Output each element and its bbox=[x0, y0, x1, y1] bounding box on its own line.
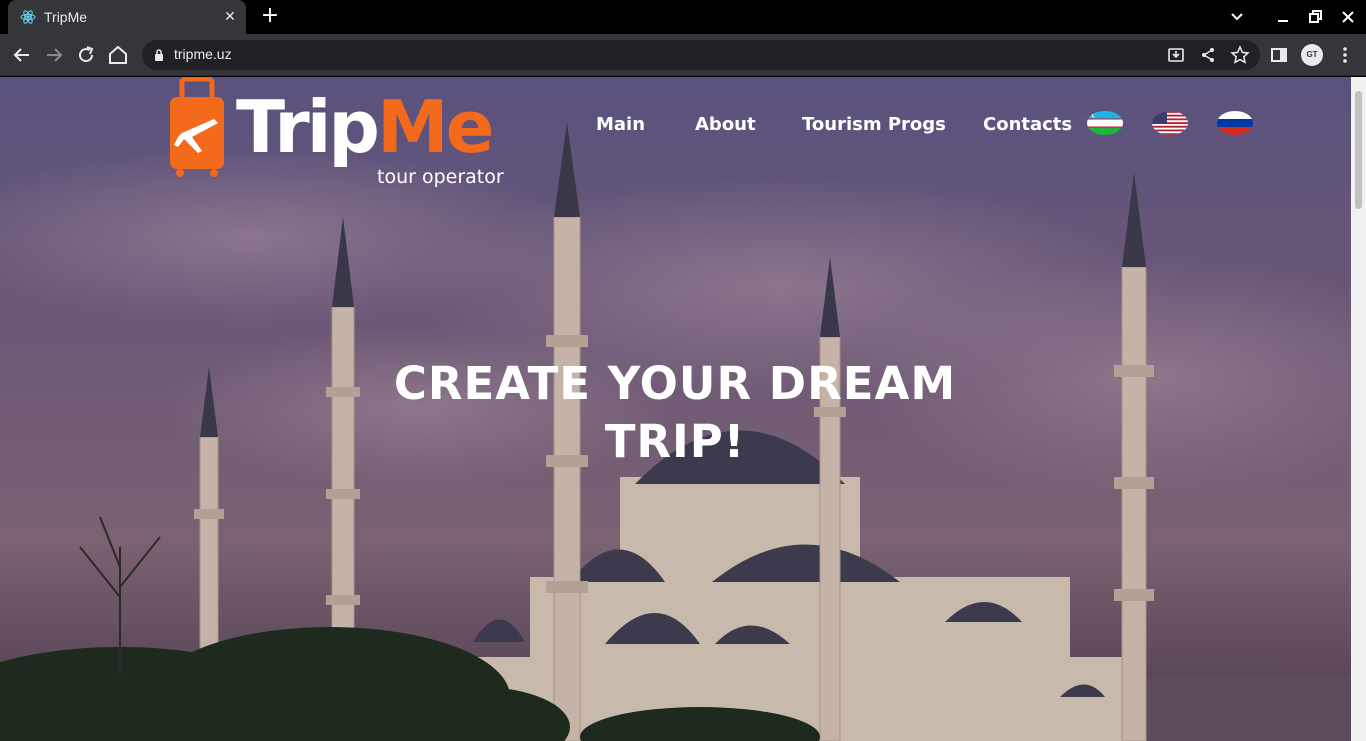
hero-headline: CREATE YOUR DREAM TRIP! bbox=[300, 355, 1050, 471]
star-icon[interactable] bbox=[1230, 45, 1250, 65]
share-icon[interactable] bbox=[1198, 45, 1218, 65]
us-flag-icon[interactable] bbox=[1152, 111, 1188, 135]
uz-flag-icon[interactable] bbox=[1087, 111, 1123, 135]
nav-main[interactable]: Main bbox=[596, 114, 645, 135]
logo-subtitle: tour operator bbox=[377, 166, 504, 188]
avatar[interactable]: GT bbox=[1301, 44, 1323, 66]
ru-flag-icon[interactable] bbox=[1217, 111, 1253, 135]
home-icon[interactable] bbox=[106, 43, 130, 67]
tab-bar: TripMe ✕ + bbox=[0, 0, 1366, 34]
page-viewport: TripMe tour operator Main About Tourism … bbox=[0, 77, 1351, 741]
nav-tourism-progs[interactable]: Tourism Progs bbox=[802, 114, 946, 135]
chevron-down-icon[interactable] bbox=[1226, 6, 1248, 28]
kebab-menu-icon[interactable] bbox=[1334, 44, 1356, 66]
side-panel-icon[interactable] bbox=[1268, 44, 1290, 66]
nav-about[interactable]: About bbox=[695, 114, 756, 135]
reload-icon[interactable] bbox=[74, 43, 98, 67]
page-scrollbar[interactable] bbox=[1351, 77, 1366, 741]
install-icon[interactable] bbox=[1166, 45, 1186, 65]
close-window-icon[interactable] bbox=[1337, 6, 1359, 28]
tripme-logo[interactable]: TripMe tour operator bbox=[168, 77, 528, 195]
close-icon[interactable]: ✕ bbox=[220, 7, 240, 27]
lock-icon[interactable] bbox=[154, 48, 164, 62]
hero-headline-line1: CREATE YOUR DREAM bbox=[393, 357, 957, 410]
logo-word-trip: Trip bbox=[236, 85, 380, 169]
forward-icon[interactable] bbox=[42, 43, 66, 67]
restore-icon[interactable] bbox=[1304, 6, 1326, 28]
scrollbar-thumb[interactable] bbox=[1355, 91, 1362, 209]
nav-contacts[interactable]: Contacts bbox=[983, 114, 1072, 135]
logo-word-me: Me bbox=[376, 85, 494, 169]
url-text[interactable]: tripme.uz bbox=[174, 46, 232, 62]
back-icon[interactable] bbox=[10, 43, 34, 67]
browser-tab[interactable]: TripMe ✕ bbox=[8, 0, 246, 34]
address-bar[interactable]: tripme.uz bbox=[142, 40, 1260, 70]
suitcase-plane-icon bbox=[170, 77, 224, 177]
minimize-icon[interactable] bbox=[1272, 6, 1294, 28]
tab-title: TripMe bbox=[44, 9, 88, 25]
plus-icon[interactable]: + bbox=[258, 5, 282, 29]
hero-headline-line2: TRIP! bbox=[604, 415, 746, 468]
browser-toolbar: tripme.uz bbox=[0, 34, 1366, 76]
react-favicon-icon bbox=[20, 10, 36, 24]
logo-wordmark: TripMe bbox=[236, 85, 494, 169]
